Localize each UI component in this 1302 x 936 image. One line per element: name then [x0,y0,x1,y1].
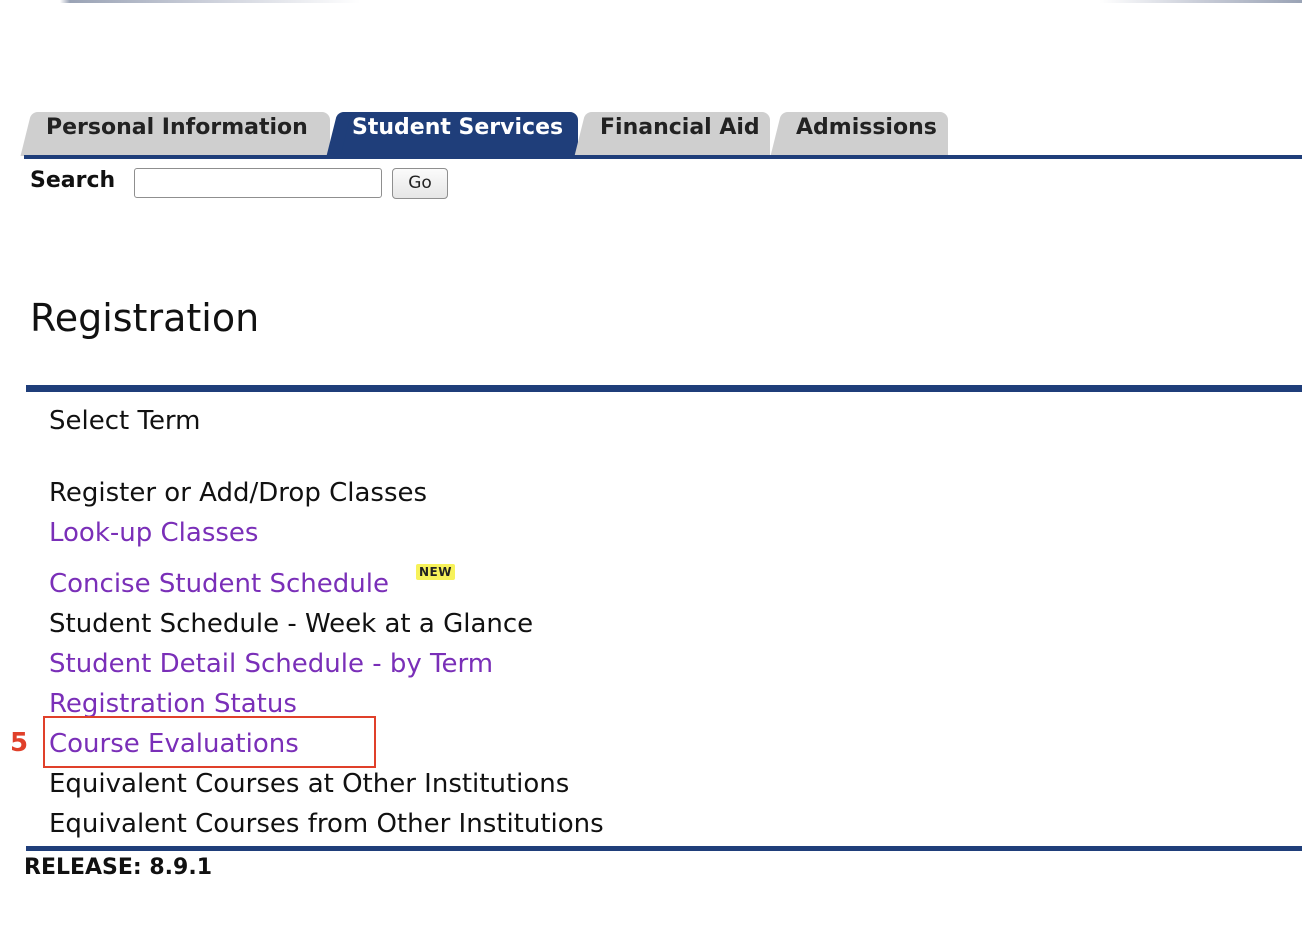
tab-edge [574,112,600,156]
link-look-up-classes[interactable]: Look-up Classes [49,517,258,549]
search-input[interactable] [134,168,382,198]
search-label: Search [30,168,116,193]
menu-item-week-at-a-glance: Student Schedule - Week at a Glance [49,609,534,639]
tab-admissions[interactable]: Admissions [770,112,948,156]
tab-label: Student Services [352,115,564,140]
tab-personal-information[interactable]: Personal Information [20,112,330,156]
release-label: RELEASE: 8.9.1 [24,855,213,880]
tab-bar-underline [24,155,1302,159]
tab-student-services[interactable]: Student Services [326,112,578,156]
step-number-label: 5 [10,728,29,758]
title-divider [26,385,1302,392]
new-badge: NEW [416,564,455,580]
footer-divider [26,846,1302,851]
page-title: Registration [30,296,260,340]
menu-item-register-add-drop: Register or Add/Drop Classes [49,478,428,508]
tab-financial-aid[interactable]: Financial Aid [574,112,770,156]
tab-label: Admissions [796,115,937,140]
menu-item-equivalent-courses-at: Equivalent Courses at Other Institutions [49,769,570,799]
link-concise-student-schedule[interactable]: Concise Student Schedule [49,568,389,600]
main-tab-bar: Personal Information Student Services Fi… [20,112,1302,156]
tab-edge [20,112,46,156]
highlight-box [43,716,376,768]
link-student-detail-schedule[interactable]: Student Detail Schedule - by Term [49,648,493,680]
top-banner-edge [0,0,1302,3]
tab-edge [770,112,796,156]
go-button[interactable]: Go [392,168,448,199]
tab-edge [326,112,352,156]
menu-item-equivalent-courses-from: Equivalent Courses from Other Institutio… [49,809,604,839]
tab-label: Financial Aid [600,115,760,140]
menu-item-select-term: Select Term [49,406,201,436]
tab-label: Personal Information [46,115,308,140]
